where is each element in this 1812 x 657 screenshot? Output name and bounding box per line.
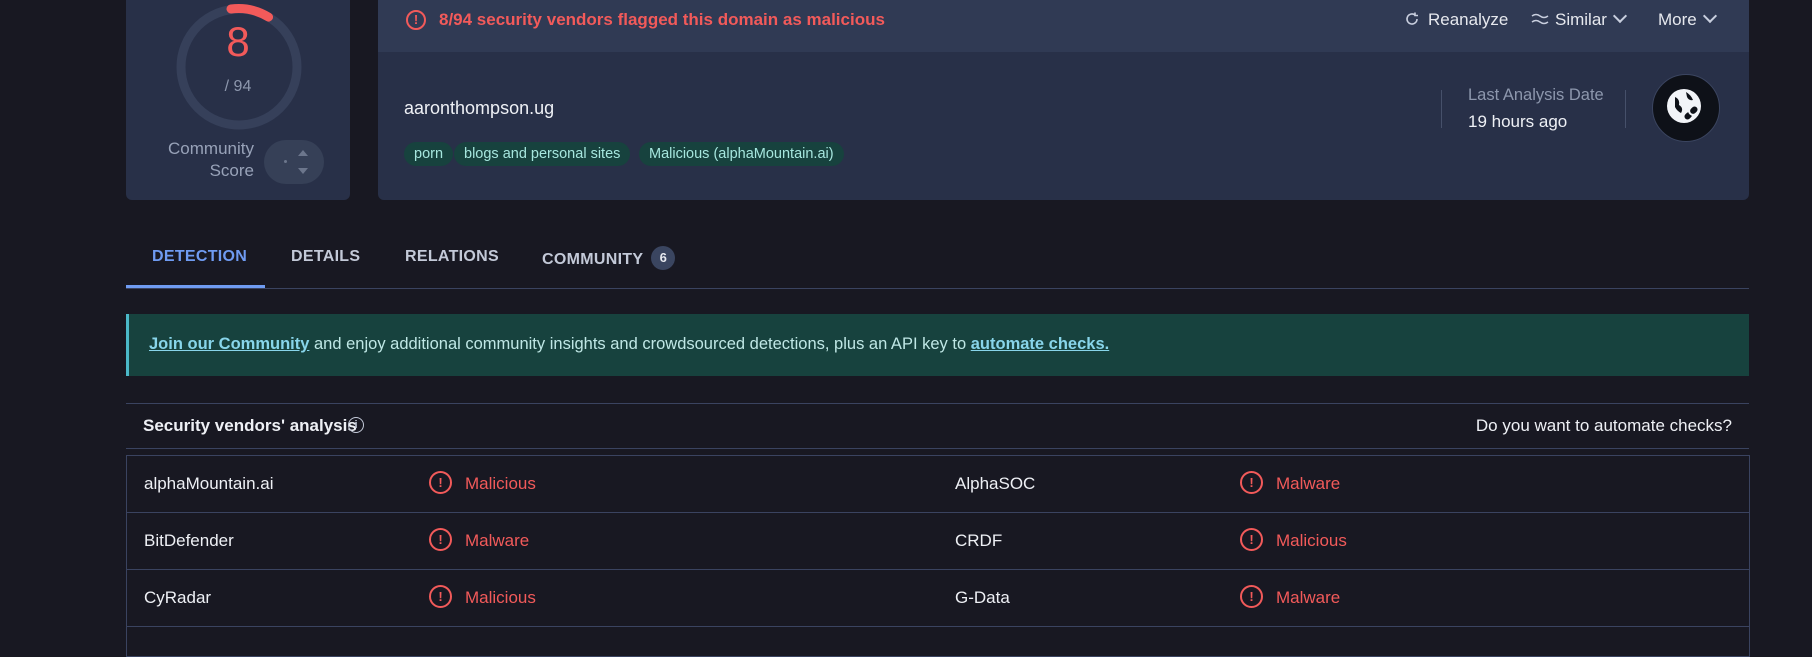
automate-checks-question[interactable]: Do you want to automate checks? — [1476, 416, 1732, 436]
divider — [1625, 90, 1626, 128]
summary-card: ! 8/94 security vendors flagged this dom… — [378, 0, 1749, 200]
divider — [1441, 90, 1442, 128]
vendor-name: G-Data — [955, 588, 1010, 607]
detection-score-card: 8 / 94 Community Score — [126, 0, 350, 200]
similar-icon — [1531, 13, 1549, 25]
domain-name[interactable]: aaronthompson.ug — [404, 98, 554, 119]
vendor-name: CyRadar — [144, 588, 212, 607]
tab-details[interactable]: DETAILS — [291, 248, 360, 266]
community-score-label: Community Score — [168, 139, 254, 180]
last-analysis-label: Last Analysis Date — [1468, 86, 1604, 104]
vendor-result: Malware — [1276, 588, 1341, 607]
chevron-down-icon — [1702, 8, 1717, 24]
automate-checks-link[interactable]: automate checks. — [971, 335, 1109, 353]
vendor-name: alphaMountain.ai — [144, 474, 274, 493]
tab-bar: DETECTION DETAILS RELATIONS COMMUNITY 6 — [126, 242, 1749, 289]
tab-detection[interactable]: DETECTION — [152, 248, 247, 266]
tag-porn[interactable]: porn — [404, 142, 454, 166]
detection-count: 8 — [226, 18, 250, 65]
detection-total: / 94 — [224, 78, 252, 95]
alert-circle-icon: ! — [429, 585, 452, 608]
last-analysis-value: 19 hours ago — [1468, 112, 1568, 131]
vendors-header: Security vendors' analysis i Do you want… — [126, 403, 1749, 449]
alert-circle-icon: ! — [1240, 528, 1263, 551]
vendor-name: CRDF — [955, 531, 1003, 550]
alert-circle-icon: ! — [406, 10, 426, 30]
tab-relations[interactable]: RELATIONS — [405, 248, 499, 266]
alert-text: 8/94 security vendors flagged this domai… — [439, 10, 885, 29]
community-score-value-dot — [284, 160, 287, 163]
vote-down-icon[interactable] — [298, 168, 308, 174]
table-row: alphaMountain.ai ! Malicious AlphaSOC ! … — [127, 456, 1749, 513]
tag-malicious-alphamountain[interactable]: Malicious (alphaMountain.ai) — [639, 142, 844, 166]
tab-community[interactable]: COMMUNITY 6 — [542, 246, 676, 272]
similar-dropdown[interactable]: Similar — [1531, 8, 1628, 30]
vendor-result: Malware — [465, 531, 530, 550]
reanalyze-button[interactable]: Reanalyze — [1404, 10, 1508, 30]
alert-circle-icon: ! — [429, 471, 452, 494]
vendor-result: Malicious — [465, 588, 536, 607]
table-row: BitDefender ! Malware CRDF ! Malicious — [127, 513, 1749, 570]
similar-label: Similar — [1555, 10, 1607, 29]
chevron-down-icon — [1612, 8, 1628, 24]
globe-link-icon — [1652, 74, 1720, 142]
vendor-name: BitDefender — [144, 531, 234, 550]
vendor-result: Malware — [1276, 474, 1341, 493]
vendor-result: Malicious — [1276, 531, 1347, 550]
community-count-badge: 6 — [651, 246, 676, 270]
detection-gauge-arc — [226, 4, 274, 22]
alert-circle-icon: ! — [1240, 585, 1263, 608]
alert-circle-icon: ! — [1240, 471, 1263, 494]
banner-text: Join our Community and enjoy additional … — [149, 335, 1109, 354]
reanalyze-label: Reanalyze — [1428, 10, 1509, 29]
tab-community-label: COMMUNITY — [542, 251, 644, 268]
vendors-table: alphaMountain.ai ! Malicious AlphaSOC ! … — [126, 455, 1750, 657]
alert-bar: ! 8/94 security vendors flagged this dom… — [378, 0, 1749, 52]
more-dropdown[interactable]: More — [1658, 8, 1717, 30]
community-vote-control[interactable] — [264, 140, 324, 184]
community-banner: Join our Community and enjoy additional … — [126, 314, 1749, 376]
vote-up-icon[interactable] — [298, 150, 308, 156]
alert-circle-icon: ! — [429, 528, 452, 551]
table-row: CyRadar ! Malicious G-Data ! Malware — [127, 570, 1749, 627]
more-label: More — [1658, 10, 1697, 29]
banner-middle-text: and enjoy additional community insights … — [309, 335, 971, 353]
active-tab-indicator — [126, 285, 265, 288]
vendor-name: AlphaSOC — [955, 474, 1036, 493]
vendors-title: Security vendors' analysis — [143, 416, 357, 435]
tag-blogs[interactable]: blogs and personal sites — [454, 142, 631, 166]
info-icon[interactable]: i — [348, 417, 364, 433]
refresh-icon — [1406, 12, 1418, 25]
vendor-result: Malicious — [465, 474, 536, 493]
join-community-link[interactable]: Join our Community — [149, 335, 309, 353]
